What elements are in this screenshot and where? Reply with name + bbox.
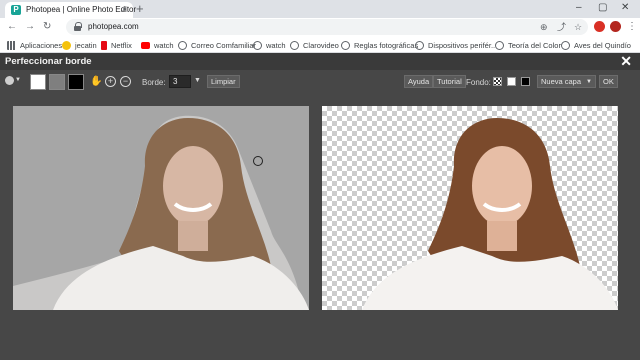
youtube-icon: [141, 41, 150, 49]
bookmark-item[interactable]: Correo Comfamiliar: [178, 39, 256, 51]
ok-button[interactable]: OK: [599, 75, 618, 88]
background-label: Fondo:: [466, 78, 491, 87]
bookmark-item[interactable]: Aplicaciones: [7, 39, 62, 51]
bookmark-item[interactable]: Aves del Quindío: [561, 39, 631, 51]
close-window-button[interactable]: ✕: [621, 2, 629, 14]
globe-icon: [290, 40, 299, 50]
globe-icon: [415, 40, 424, 50]
browser-menu-icon[interactable]: ⋮: [627, 20, 637, 34]
white-shirt: [362, 246, 618, 310]
bookmark-item[interactable]: Dispositivos perifér...: [415, 39, 497, 51]
bookmark-item[interactable]: Reglas fotográficas: [341, 39, 418, 51]
result-preview-canvas[interactable]: [322, 106, 618, 310]
reload-icon[interactable]: ↻: [43, 20, 51, 34]
browser-toolbar: ← → ↻ photopea.com ⊕ ⤴ ☆ ⋮: [0, 18, 640, 36]
neck: [178, 221, 208, 251]
bookmark-item[interactable]: Clarovideo: [290, 39, 339, 51]
extension-icon[interactable]: [594, 21, 605, 32]
output-select-value: Nueva capa: [541, 77, 582, 86]
zoom-out-icon[interactable]: −: [120, 76, 131, 87]
url-text: photopea.com: [88, 22, 139, 31]
hand-tool-icon[interactable]: ✋: [90, 76, 102, 87]
browser-tab-photopea[interactable]: P Photopea | Online Photo Editor ×: [5, 2, 137, 18]
transparent-background-option[interactable]: [493, 77, 502, 86]
black-background-option[interactable]: [521, 77, 530, 86]
globe-icon: [495, 40, 504, 50]
clear-button[interactable]: Limpiar: [207, 75, 240, 88]
forward-arrow-icon[interactable]: →: [25, 20, 35, 34]
chevron-down-icon[interactable]: ▼: [15, 77, 21, 83]
face: [163, 146, 223, 226]
minimize-window-button[interactable]: –: [576, 2, 582, 14]
dialog-header: Perfeccionar borde ✕: [0, 53, 640, 70]
bookmark-item[interactable]: Netflix: [101, 39, 132, 51]
dialog-title: Perfeccionar borde: [5, 56, 92, 67]
address-bar[interactable]: photopea.com ⊕ ⤴ ☆: [66, 19, 588, 35]
close-icon[interactable]: ✕: [620, 53, 632, 69]
bookmark-item[interactable]: Teoría del Color: [495, 39, 561, 51]
color-swatch-gray[interactable]: [49, 74, 65, 90]
photopea-favicon-icon: P: [11, 5, 21, 15]
bookmark-item[interactable]: jecatin: [62, 39, 97, 51]
chevron-down-icon: ▼: [586, 79, 592, 85]
globe-icon: [341, 40, 350, 50]
brush-cursor-icon: [253, 156, 263, 166]
chevron-down-icon[interactable]: ▼: [194, 77, 201, 84]
bookmark-star-icon[interactable]: ☆: [574, 21, 582, 33]
face: [472, 146, 532, 226]
portrait-photo-original: [13, 115, 309, 310]
back-arrow-icon[interactable]: ←: [7, 20, 17, 34]
bookmark-item[interactable]: watch: [141, 39, 174, 51]
zoom-in-icon[interactable]: +: [105, 76, 116, 87]
globe-icon: [561, 40, 570, 50]
white-background-option[interactable]: [507, 77, 516, 86]
neck: [487, 221, 517, 251]
browser-tab-strip: P Photopea | Online Photo Editor × + – ▢…: [0, 0, 640, 18]
tutorial-button[interactable]: Tutorial: [433, 75, 466, 88]
color-swatch-white[interactable]: [30, 74, 46, 90]
bookmark-item[interactable]: watch: [253, 39, 286, 51]
help-button[interactable]: Ayuda: [404, 75, 434, 88]
original-preview-canvas[interactable]: [13, 106, 309, 310]
bookmarks-bar: Aplicaciones jecatin Netflix watch Corre…: [0, 36, 640, 53]
lock-icon: [74, 22, 82, 31]
tab-title: Photopea | Online Photo Editor: [26, 5, 137, 14]
share-icon[interactable]: ⤴: [557, 21, 566, 33]
profile-avatar-icon[interactable]: [610, 21, 621, 32]
output-select[interactable]: Nueva capa ▼: [537, 75, 596, 88]
color-swatch-black[interactable]: [68, 74, 84, 90]
refine-edge-options-bar: ▼ ✋ + − Borde: 3 ▼ Limpiar Ayuda Tutoria…: [0, 70, 640, 96]
portrait-photo-cutout: [362, 118, 618, 310]
globe-icon: [178, 40, 187, 50]
netflix-icon: [101, 40, 107, 50]
close-tab-icon[interactable]: ×: [122, 4, 127, 15]
maximize-window-button[interactable]: ▢: [598, 2, 607, 14]
border-label: Borde:: [142, 78, 166, 87]
globe-icon: [253, 40, 262, 50]
apps-grid-icon: [7, 40, 16, 50]
install-app-icon[interactable]: ⊕: [540, 21, 548, 33]
smiley-icon: [62, 40, 71, 50]
new-tab-button[interactable]: +: [136, 1, 144, 16]
brush-preset-icon[interactable]: [5, 76, 14, 85]
border-size-input[interactable]: 3: [169, 75, 191, 88]
